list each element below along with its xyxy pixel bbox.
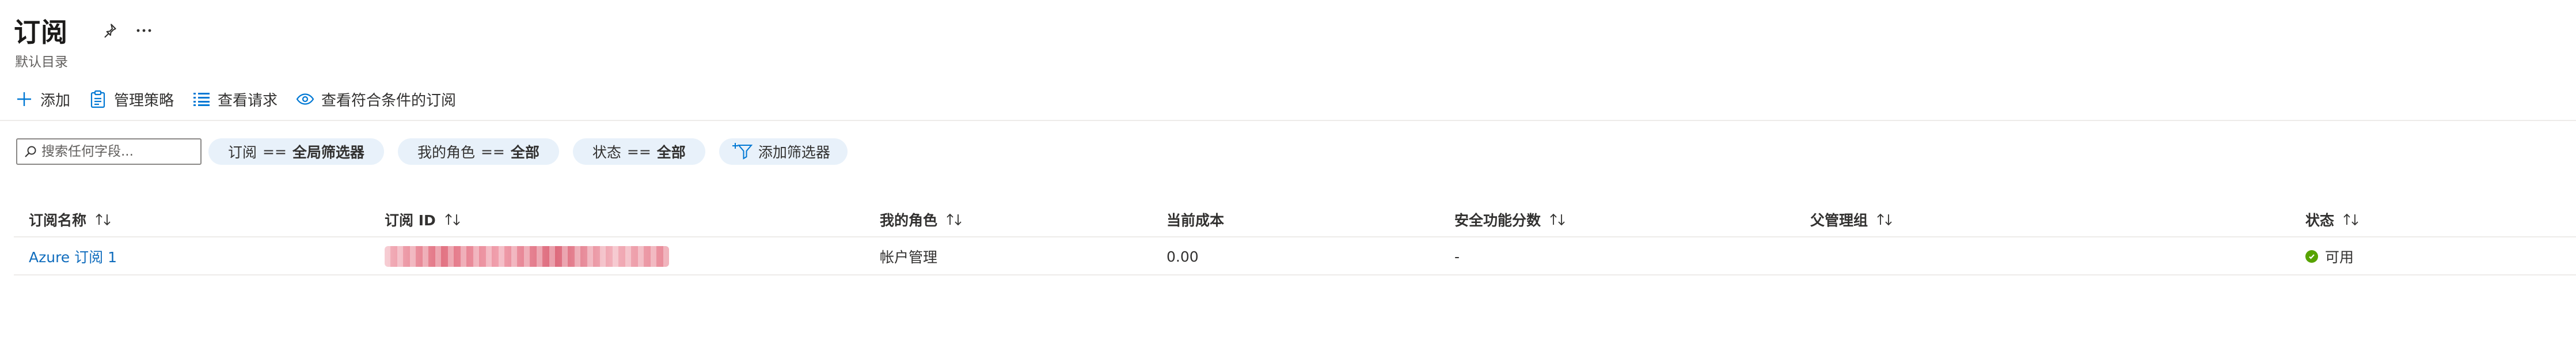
check-circle-icon: [2305, 250, 2318, 263]
add-label: 添加: [40, 92, 71, 109]
filter-key: 订阅: [228, 144, 257, 161]
search-icon: [24, 145, 37, 158]
status-label: 可用: [2325, 249, 2354, 266]
command-bar: 添加 管理策略 查看请求 查看符合条件的订阅: [14, 86, 473, 112]
view-eligible-subscriptions-label: 查看符合条件的订阅: [321, 92, 457, 109]
status-cell: 可用: [2305, 237, 2354, 275]
column-header-subscription-name[interactable]: 订阅名称: [29, 202, 112, 237]
search-box[interactable]: [16, 138, 202, 165]
filter-key: 我的角色: [417, 144, 475, 161]
secure-score-cell: -: [1454, 248, 1460, 265]
filter-value: 全局筛选器: [292, 144, 364, 161]
directory-subtitle: 默认目录: [15, 55, 68, 70]
column-header-subscription-id[interactable]: 订阅 ID: [385, 202, 461, 237]
column-label: 我的角色: [880, 212, 938, 229]
plus-icon: [14, 89, 35, 109]
sort-icon: [1876, 213, 1893, 226]
add-filter-label: 添加筛选器: [758, 144, 830, 161]
current-cost-cell: 0.00: [1167, 248, 1199, 265]
page-title: 订阅: [14, 17, 68, 48]
filter-pill-my-role[interactable]: 我的角色 == 全部: [397, 138, 559, 165]
table-header: 订阅名称 订阅 ID 我的角色 当前成本 安全功能分数 父管理组 状态: [14, 202, 2576, 237]
filter-row: 订阅 == 全局筛选器 我的角色 == 全部 状态 == 全部 添加筛选器: [16, 137, 861, 166]
filter-operator: ==: [480, 143, 505, 160]
column-label: 父管理组: [1810, 212, 1868, 229]
list-icon: [191, 89, 212, 109]
view-eligible-subscriptions-button[interactable]: 查看符合条件的订阅: [295, 86, 456, 112]
filter-value: 全部: [656, 144, 686, 161]
title-row: 订阅: [14, 10, 155, 51]
column-label: 状态: [2305, 212, 2335, 229]
column-header-status[interactable]: 状态: [2305, 202, 2360, 237]
filter-value: 全部: [510, 144, 539, 161]
column-label: 安全功能分数: [1454, 212, 1541, 229]
add-filter-button[interactable]: 添加筛选器: [719, 138, 848, 165]
eye-icon: [295, 89, 316, 109]
column-label: 订阅 ID: [385, 212, 436, 229]
more-icon[interactable]: [132, 19, 155, 42]
subscription-id-cell: [385, 237, 669, 275]
sort-icon: [94, 213, 112, 226]
manage-policies-label: 管理策略: [114, 92, 174, 109]
column-label: 订阅名称: [29, 212, 87, 229]
search-input[interactable]: [41, 144, 197, 159]
redacted-subscription-id: [385, 246, 669, 267]
add-filter-icon: [732, 141, 754, 162]
table-row[interactable]: Azure 订阅 1 帐户管理 0.00 - 可用: [14, 237, 2576, 275]
subscription-name-link[interactable]: Azure 订阅 1: [29, 237, 117, 275]
clipboard-icon: [88, 89, 108, 109]
toolbar-divider: [0, 120, 2576, 121]
sort-icon: [444, 213, 461, 226]
my-role-cell: 帐户管理: [880, 249, 938, 266]
view-requests-label: 查看请求: [218, 92, 278, 109]
sort-icon: [2342, 213, 2360, 226]
add-button[interactable]: 添加: [14, 86, 70, 112]
filter-operator: ==: [263, 143, 287, 160]
filter-key: 状态: [592, 144, 621, 161]
table-row-extension: - 可用: [1223, 237, 2576, 275]
column-label: 当前成本: [1167, 212, 1225, 229]
subscriptions-table: 订阅名称 订阅 ID 我的角色 当前成本 安全功能分数 父管理组 状态 Azur…: [14, 202, 2576, 275]
filter-pill-subscription[interactable]: 订阅 == 全局筛选器: [208, 138, 384, 165]
sort-icon: [945, 213, 963, 226]
column-header-parent-management-group[interactable]: 父管理组: [1810, 202, 1893, 237]
column-header-secure-score[interactable]: 安全功能分数: [1454, 202, 1566, 237]
filter-operator: ==: [626, 143, 651, 160]
column-header-current-cost: 当前成本: [1167, 202, 1224, 237]
pin-icon[interactable]: [98, 19, 121, 42]
sort-icon: [1549, 213, 1566, 226]
filter-pill-status[interactable]: 状态 == 全部: [572, 138, 705, 165]
view-requests-button[interactable]: 查看请求: [191, 86, 278, 112]
manage-policies-button[interactable]: 管理策略: [88, 86, 174, 112]
column-header-my-role[interactable]: 我的角色: [880, 202, 963, 237]
